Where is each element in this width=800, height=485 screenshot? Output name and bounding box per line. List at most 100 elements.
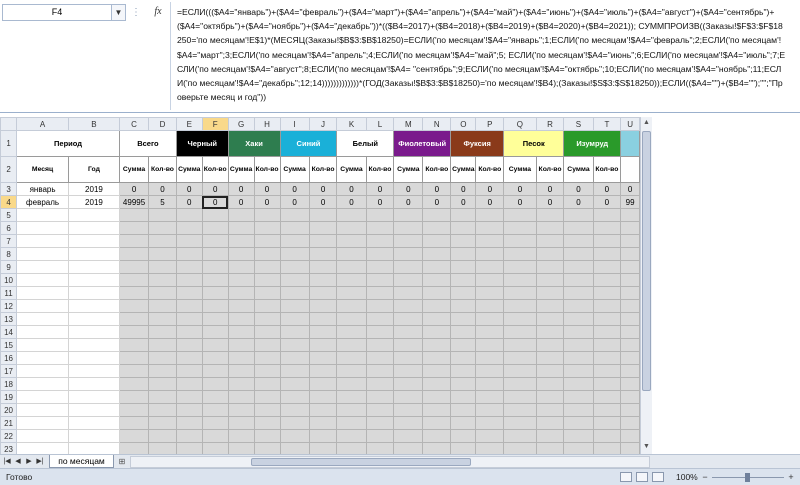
value-cell[interactable]: 0 (148, 182, 177, 196)
value-cell[interactable] (620, 364, 640, 378)
value-cell[interactable] (422, 247, 452, 261)
value-cell[interactable] (450, 208, 477, 222)
value-cell[interactable] (336, 377, 367, 391)
value-cell[interactable] (563, 325, 594, 339)
month-cell[interactable] (16, 208, 69, 222)
column-header-s[interactable]: S (563, 117, 594, 131)
value-cell[interactable] (175, 208, 203, 222)
value-cell[interactable] (563, 377, 594, 391)
value-cell[interactable] (279, 247, 310, 261)
zoom-level[interactable]: 100% (676, 471, 698, 484)
year-cell[interactable]: 2019 (67, 195, 120, 209)
value-cell[interactable] (308, 416, 338, 430)
value-cell[interactable] (450, 273, 477, 287)
value-cell[interactable] (535, 338, 565, 352)
month-cell[interactable] (16, 429, 69, 443)
value-cell[interactable] (422, 351, 452, 365)
value-cell[interactable] (308, 364, 338, 378)
column-header-l[interactable]: L (365, 117, 395, 131)
value-cell[interactable] (422, 221, 452, 235)
value-cell[interactable] (253, 364, 281, 378)
value-cell[interactable] (253, 247, 281, 261)
column-header-e[interactable]: E (175, 117, 203, 131)
year-cell[interactable] (67, 208, 120, 222)
value-cell[interactable] (393, 416, 424, 430)
value-cell[interactable] (503, 390, 537, 404)
value-cell[interactable] (227, 325, 255, 339)
value-cell[interactable] (227, 299, 255, 313)
value-cell[interactable] (201, 260, 229, 274)
zoom-out-icon[interactable]: − (700, 471, 710, 483)
year-cell[interactable]: 2019 (67, 182, 120, 196)
row-header[interactable]: 6 (0, 221, 18, 235)
value-cell[interactable] (336, 429, 367, 443)
value-cell[interactable]: 49995 (118, 195, 150, 209)
value-cell[interactable] (365, 403, 395, 417)
value-cell[interactable] (535, 364, 565, 378)
value-cell[interactable] (148, 273, 177, 287)
scroll-up-icon[interactable]: ▲ (641, 117, 652, 129)
column-header-t[interactable]: T (592, 117, 622, 131)
value-cell[interactable] (201, 208, 229, 222)
month-cell[interactable]: январь (16, 182, 69, 196)
column-header-c[interactable]: C (118, 117, 150, 131)
value-cell[interactable] (201, 286, 229, 300)
value-cell[interactable]: 5 (148, 195, 177, 209)
value-cell[interactable] (620, 299, 640, 313)
value-cell[interactable]: 0 (118, 182, 150, 196)
value-cell[interactable] (450, 429, 477, 443)
year-cell[interactable] (67, 377, 120, 391)
value-cell[interactable] (592, 390, 622, 404)
value-cell[interactable] (175, 403, 203, 417)
value-cell[interactable] (308, 260, 338, 274)
value-cell[interactable] (175, 325, 203, 339)
value-cell[interactable] (475, 273, 505, 287)
column-header-g[interactable]: G (227, 117, 255, 131)
sheet-tab-po-mesyatsam[interactable]: по месяцам (49, 455, 114, 468)
value-cell[interactable]: 0 (201, 182, 229, 196)
value-cell[interactable] (563, 416, 594, 430)
value-cell[interactable] (503, 442, 537, 454)
year-cell[interactable] (67, 390, 120, 404)
value-cell[interactable] (535, 286, 565, 300)
value-cell[interactable] (563, 286, 594, 300)
normal-view-icon[interactable] (620, 472, 632, 482)
column-header-b[interactable]: B (67, 117, 120, 131)
value-cell[interactable] (118, 273, 150, 287)
value-cell[interactable] (253, 377, 281, 391)
value-cell[interactable]: 0 (336, 182, 367, 196)
value-cell[interactable]: 0 (227, 195, 255, 209)
value-cell[interactable]: 0 (422, 195, 452, 209)
value-cell[interactable] (620, 377, 640, 391)
value-cell[interactable] (118, 429, 150, 443)
value-cell[interactable] (118, 260, 150, 274)
value-cell[interactable] (253, 429, 281, 443)
value-cell[interactable] (227, 390, 255, 404)
value-cell[interactable] (201, 377, 229, 391)
value-cell[interactable] (620, 208, 640, 222)
value-cell[interactable] (592, 351, 622, 365)
value-cell[interactable] (279, 325, 310, 339)
value-cell[interactable]: 0 (227, 182, 255, 196)
year-cell[interactable] (67, 325, 120, 339)
formula-bar-grip-icon[interactable]: ⋮ (131, 5, 141, 20)
value-cell[interactable] (503, 260, 537, 274)
value-cell[interactable] (535, 312, 565, 326)
value-cell[interactable] (422, 286, 452, 300)
value-cell[interactable] (336, 325, 367, 339)
value-cell[interactable] (475, 390, 505, 404)
value-cell[interactable] (563, 273, 594, 287)
value-cell[interactable] (475, 299, 505, 313)
value-cell[interactable] (365, 442, 395, 454)
value-cell[interactable]: 0 (253, 195, 281, 209)
row-header[interactable]: 14 (0, 325, 18, 339)
value-cell[interactable]: 0 (393, 182, 424, 196)
value-cell[interactable] (175, 416, 203, 430)
value-cell[interactable] (535, 442, 565, 454)
value-cell[interactable] (475, 338, 505, 352)
value-cell[interactable] (450, 351, 477, 365)
value-cell[interactable] (148, 260, 177, 274)
value-cell[interactable] (475, 208, 505, 222)
value-cell[interactable] (253, 390, 281, 404)
value-cell[interactable] (118, 325, 150, 339)
